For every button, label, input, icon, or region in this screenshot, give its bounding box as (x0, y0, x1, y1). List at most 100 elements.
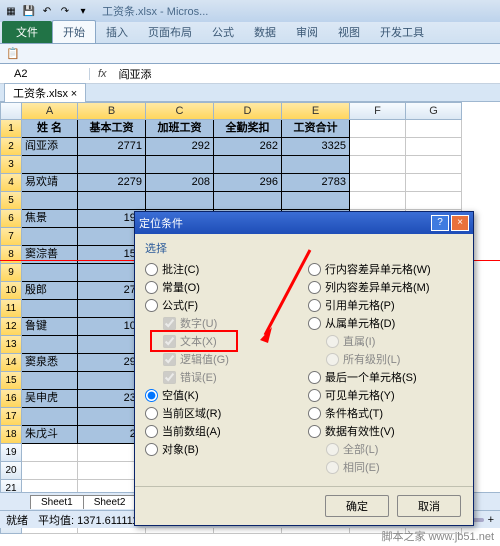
row-header[interactable]: 18 (0, 426, 22, 444)
cell[interactable]: 殷郎 (22, 282, 78, 300)
col-header[interactable]: C (146, 102, 214, 120)
cell[interactable] (22, 156, 78, 174)
cell[interactable]: 窦淙善 (22, 246, 78, 264)
cell[interactable] (406, 174, 462, 192)
cell[interactable] (22, 228, 78, 246)
cell[interactable]: 208 (146, 174, 214, 192)
option[interactable]: 批注(C) (145, 260, 300, 278)
col-header[interactable]: G (406, 102, 462, 120)
option[interactable]: 公式(F) (145, 296, 300, 314)
row-header[interactable]: 11 (0, 300, 22, 318)
sheet-tab[interactable]: Sheet1 (30, 495, 84, 509)
cell[interactable]: 全勤奖扣 (214, 120, 282, 138)
option[interactable]: 行内容差异单元格(W) (308, 260, 463, 278)
row-header[interactable]: 12 (0, 318, 22, 336)
cell[interactable] (78, 156, 146, 174)
option[interactable]: 空值(K) (145, 386, 300, 404)
cell[interactable] (350, 120, 406, 138)
col-header[interactable]: B (78, 102, 146, 120)
dialog-help-button[interactable]: ? (431, 215, 449, 231)
option[interactable]: 数据有效性(V) (308, 422, 463, 440)
option[interactable]: 对象(B) (145, 440, 300, 458)
cell[interactable] (282, 192, 350, 210)
col-header[interactable]: A (22, 102, 78, 120)
cell[interactable] (22, 408, 78, 426)
cell[interactable]: 阎亚添 (22, 138, 78, 156)
cell[interactable] (350, 174, 406, 192)
qat-more-icon[interactable]: ▾ (76, 4, 90, 18)
col-header[interactable]: F (350, 102, 406, 120)
tab-file[interactable]: 文件 (2, 21, 52, 43)
tab-开始[interactable]: 开始 (52, 20, 96, 43)
cell[interactable] (406, 120, 462, 138)
option[interactable]: 可见单元格(Y) (308, 386, 463, 404)
cell[interactable]: 鲁键 (22, 318, 78, 336)
cell[interactable]: 窦泉悉 (22, 354, 78, 372)
tab-审阅[interactable]: 审阅 (286, 21, 328, 43)
cell[interactable] (22, 336, 78, 354)
cell[interactable] (22, 300, 78, 318)
option[interactable]: 最后一个单元格(S) (308, 368, 463, 386)
cell[interactable] (282, 156, 350, 174)
close-doc-icon[interactable]: × (71, 88, 77, 100)
row-header[interactable]: 5 (0, 192, 22, 210)
tab-页面布局[interactable]: 页面布局 (138, 21, 202, 43)
name-box[interactable]: A2 (0, 68, 90, 80)
tab-公式[interactable]: 公式 (202, 21, 244, 43)
col-header[interactable]: D (214, 102, 282, 120)
zoom-in-icon[interactable]: + (488, 514, 494, 526)
option[interactable]: 引用单元格(P) (308, 296, 463, 314)
cell[interactable]: 292 (146, 138, 214, 156)
row-header[interactable]: 4 (0, 174, 22, 192)
cell[interactable]: 2771 (78, 138, 146, 156)
row-header[interactable]: 10 (0, 282, 22, 300)
paste-icon[interactable]: 📋 (6, 47, 20, 60)
cell[interactable] (146, 156, 214, 174)
row-header[interactable]: 15 (0, 372, 22, 390)
cell[interactable] (406, 156, 462, 174)
cell[interactable]: 基本工资 (78, 120, 146, 138)
cell[interactable]: 2279 (78, 174, 146, 192)
row-header[interactable]: 7 (0, 228, 22, 246)
cell[interactable] (22, 264, 78, 282)
row-header[interactable]: 1 (0, 120, 22, 138)
cell[interactable] (214, 192, 282, 210)
option[interactable]: 条件格式(T) (308, 404, 463, 422)
cell[interactable]: 易欢靖 (22, 174, 78, 192)
tab-数据[interactable]: 数据 (244, 21, 286, 43)
cell[interactable] (22, 372, 78, 390)
row-header[interactable]: 13 (0, 336, 22, 354)
row-header[interactable]: 14 (0, 354, 22, 372)
cell[interactable]: 工资合计 (282, 120, 350, 138)
fx-icon[interactable]: fx (90, 68, 115, 80)
cell[interactable]: 焦景 (22, 210, 78, 228)
cell[interactable] (350, 138, 406, 156)
option[interactable]: 当前区域(R) (145, 404, 300, 422)
save-icon[interactable]: 💾 (22, 4, 36, 18)
row-header[interactable]: 9 (0, 264, 22, 282)
cell[interactable] (406, 138, 462, 156)
dialog-close-button[interactable]: × (451, 215, 469, 231)
option[interactable]: 常量(O) (145, 278, 300, 296)
sheet-tab[interactable]: Sheet2 (83, 495, 137, 509)
document-tab[interactable]: 工资条.xlsx × (4, 83, 86, 102)
cell[interactable]: 296 (214, 174, 282, 192)
cell[interactable] (146, 192, 214, 210)
row-header[interactable]: 3 (0, 156, 22, 174)
cell[interactable]: 3325 (282, 138, 350, 156)
row-header[interactable]: 20 (0, 462, 22, 480)
cell[interactable]: 加班工资 (146, 120, 214, 138)
cell[interactable] (22, 444, 78, 462)
cell[interactable] (22, 462, 78, 480)
col-header[interactable]: E (282, 102, 350, 120)
tab-视图[interactable]: 视图 (328, 21, 370, 43)
select-all[interactable] (0, 102, 22, 120)
tab-插入[interactable]: 插入 (96, 21, 138, 43)
dialog-titlebar[interactable]: 定位条件 ? × (135, 212, 473, 234)
cell[interactable] (406, 192, 462, 210)
cell[interactable]: 姓 名 (22, 120, 78, 138)
undo-icon[interactable]: ↶ (40, 4, 54, 18)
cell[interactable] (214, 156, 282, 174)
cell[interactable] (78, 192, 146, 210)
option[interactable]: 当前数组(A) (145, 422, 300, 440)
